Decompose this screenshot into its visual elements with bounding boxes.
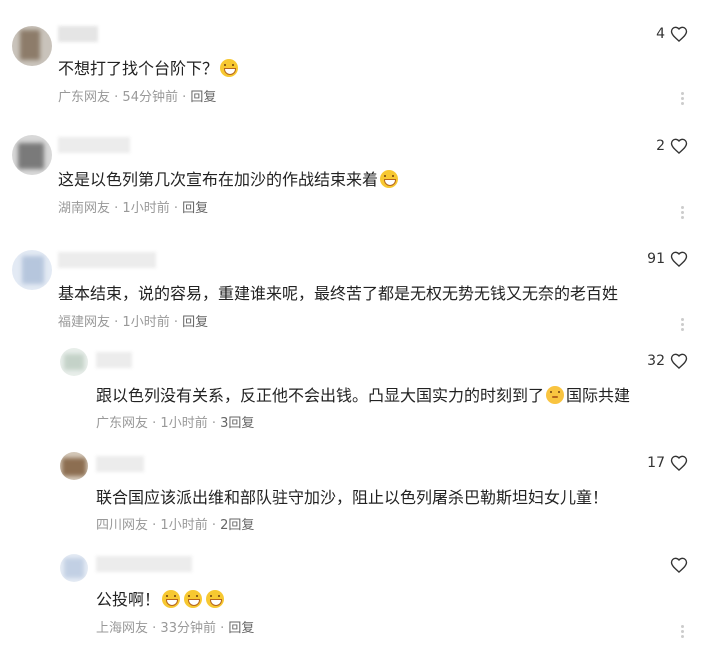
username-blurred[interactable] (96, 352, 132, 368)
reply-meta: 上海网友 · 33分钟前 · 回复 (96, 621, 255, 636)
reply-text: 公投啊！ (96, 589, 226, 611)
avatar[interactable] (12, 26, 52, 66)
username-blurred[interactable] (96, 456, 144, 472)
like-button[interactable]: 32 (647, 351, 689, 371)
reply-link[interactable]: 回复 (228, 621, 254, 636)
like-button[interactable]: 91 (647, 249, 689, 269)
reply-item: 公投啊！ 上海网友 · 33分钟前 · 回复 (0, 542, 709, 651)
like-count: 32 (647, 353, 665, 369)
username-blurred[interactable] (96, 556, 192, 572)
like-count: 91 (647, 251, 665, 267)
reply-link[interactable]: 回复 (182, 315, 208, 330)
comment-item: 不想打了找个台阶下？ 广东网友 · 54分钟前 · 回复 4 (0, 0, 709, 115)
like-button[interactable] (665, 555, 689, 575)
reply-link[interactable]: 回复 (182, 201, 208, 216)
like-button[interactable]: 17 (647, 453, 689, 473)
avatar[interactable] (60, 348, 88, 376)
username-blurred[interactable] (58, 252, 156, 268)
comment-text: 这是以色列第几次宣布在加沙的作战结束来着 (58, 169, 400, 191)
more-vertical-icon[interactable] (681, 623, 685, 640)
reply-meta: 广东网友 · 1小时前 · 3回复 (96, 416, 255, 431)
like-button[interactable]: 4 (656, 24, 689, 44)
replies-link[interactable]: 2回复 (220, 518, 254, 533)
comment-text: 不想打了找个台阶下？ (58, 58, 240, 80)
avatar[interactable] (60, 554, 88, 582)
username-blurred[interactable] (58, 26, 98, 42)
heart-outline-icon (670, 251, 688, 267)
like-count: 4 (656, 26, 665, 42)
comment-item: 这是以色列第几次宣布在加沙的作战结束来着 湖南网友 · 1小时前 · 回复 2 (0, 115, 709, 228)
like-count: 17 (647, 455, 665, 471)
comment-text: 基本结束，说的容易，重建谁来呢，最终苦了都是无权无势无钱又无奈的老百姓 (58, 284, 619, 303)
more-vertical-icon[interactable] (681, 316, 685, 333)
comment-meta: 福建网友 · 1小时前 · 回复 (58, 315, 209, 330)
laughing-emoji-icon (206, 590, 225, 608)
laughing-emoji-icon (220, 59, 239, 77)
laughing-emoji-icon (184, 590, 203, 608)
like-count: 2 (656, 138, 665, 154)
replies-link[interactable]: 3回复 (220, 416, 254, 431)
heart-outline-icon (670, 138, 688, 154)
heart-outline-icon (670, 455, 688, 471)
laughing-emoji-icon (162, 590, 181, 608)
reply-link[interactable]: 回复 (190, 90, 216, 105)
reply-item: 联合国应该派出维和部队驻守加沙，阻止以色列屠杀巴勒斯坦妇女儿童！ 四川网友 · … (0, 440, 709, 542)
reply-item: 跟以色列没有关系，反正他不会出钱。凸显大国实力的时刻到了 国际共建 广东网友 · … (0, 338, 709, 440)
heart-outline-icon (670, 353, 688, 369)
like-button[interactable]: 2 (656, 136, 689, 156)
reply-meta: 四川网友 · 1小时前 · 2回复 (96, 518, 255, 533)
more-vertical-icon[interactable] (681, 204, 685, 221)
avatar[interactable] (12, 135, 52, 175)
comment-item: 基本结束，说的容易，重建谁来呢，最终苦了都是无权无势无钱又无奈的老百姓 福建网友… (0, 228, 709, 338)
reply-text: 跟以色列没有关系，反正他不会出钱。凸显大国实力的时刻到了 国际共建 (96, 386, 631, 405)
more-vertical-icon[interactable] (681, 90, 685, 107)
laughing-emoji-icon (380, 170, 399, 188)
comment-meta: 广东网友 · 54分钟前 · 回复 (58, 90, 217, 105)
thinking-emoji-icon (546, 386, 565, 404)
avatar[interactable] (60, 452, 88, 480)
heart-outline-icon (670, 26, 688, 42)
comment-meta: 湖南网友 · 1小时前 · 回复 (58, 201, 209, 216)
heart-outline-icon (670, 557, 688, 573)
reply-text: 联合国应该派出维和部队驻守加沙，阻止以色列屠杀巴勒斯坦妇女儿童！ (96, 488, 609, 507)
avatar[interactable] (12, 250, 52, 290)
username-blurred[interactable] (58, 137, 130, 153)
